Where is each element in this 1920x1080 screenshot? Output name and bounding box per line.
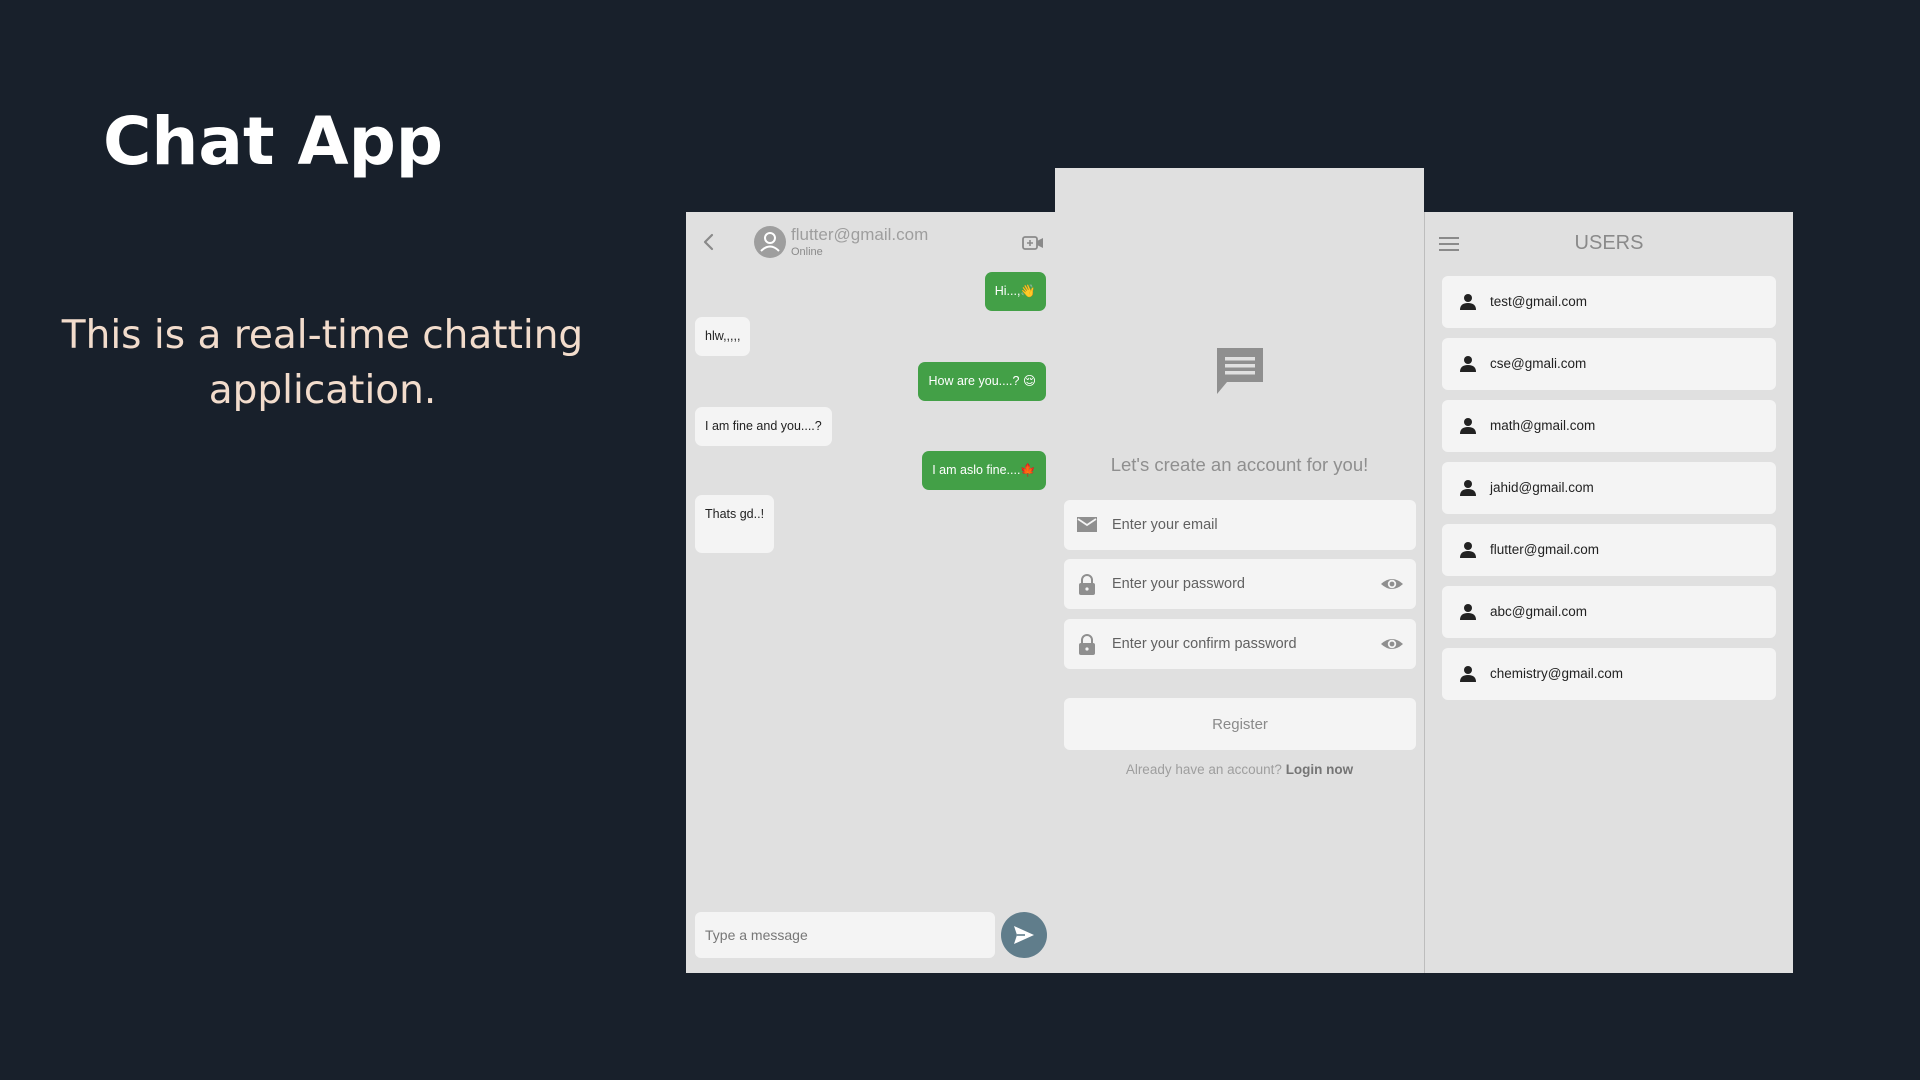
message-bubble-received: I am fine and you....? <box>695 407 832 446</box>
message-bubble-sent: How are you....? 😌 <box>918 362 1046 401</box>
send-icon <box>1014 926 1034 944</box>
user-list-item[interactable]: math@gmail.com <box>1442 400 1776 452</box>
register-screen: Let's create an account for you! Enter y… <box>1055 168 1424 973</box>
users-screen: USERS test@gmail.com cse@gmali.com math@… <box>1424 212 1793 973</box>
lock-icon <box>1079 634 1095 655</box>
chat-bubble-icon <box>1217 348 1263 394</box>
user-email: math@gmail.com <box>1490 418 1596 433</box>
message-bubble-sent: Hi...,👋 <box>984 272 1046 311</box>
person-icon <box>1460 356 1476 372</box>
user-list-item[interactable]: jahid@gmail.com <box>1442 462 1776 514</box>
user-list-item[interactable]: chemistry@gmail.com <box>1442 648 1776 700</box>
login-prompt-text: Already have an account? <box>1125 762 1282 777</box>
message-bubble-sent: I am aslo fine....🍁 <box>922 451 1046 490</box>
person-icon <box>1460 542 1476 558</box>
chat-peer-name: flutter@gmail.com <box>791 225 929 244</box>
slide-description: This is a real-time chatting application… <box>61 313 584 413</box>
user-email: chemistry@gmail.com <box>1490 666 1623 681</box>
user-email: test@gmail.com <box>1490 294 1587 309</box>
user-list-item[interactable]: abc@gmail.com <box>1442 586 1776 638</box>
lock-icon <box>1079 574 1095 595</box>
person-icon <box>1460 418 1476 434</box>
register-heading: Let's create an account for you! <box>1110 454 1369 475</box>
chevron-left-icon[interactable] <box>700 232 718 252</box>
user-list-item[interactable]: cse@gmali.com <box>1442 338 1776 390</box>
register-button[interactable]: Register <box>1064 698 1416 750</box>
chat-peer-status: Online <box>791 246 823 258</box>
eye-icon[interactable] <box>1380 573 1404 595</box>
password-input[interactable] <box>1112 559 1362 609</box>
slide-title: Chat App <box>103 103 444 180</box>
login-prompt: Already have an account? Login now <box>1055 762 1424 777</box>
email-input[interactable] <box>1112 500 1362 550</box>
confirm-password-field <box>1064 619 1416 669</box>
eye-icon[interactable] <box>1380 633 1404 655</box>
chat-screen: flutter@gmail.com Online Hi...,👋 hlw,,,,… <box>686 212 1055 973</box>
user-email: jahid@gmail.com <box>1490 480 1594 495</box>
mail-icon <box>1077 517 1097 532</box>
message-bubble-received: hlw,,,,, <box>695 317 751 356</box>
user-list: test@gmail.com cse@gmali.com math@gmail.… <box>1442 276 1776 710</box>
confirm-password-input[interactable] <box>1112 619 1362 669</box>
user-email: cse@gmali.com <box>1490 356 1587 371</box>
person-icon <box>1460 294 1476 310</box>
person-icon <box>760 232 780 252</box>
send-button[interactable] <box>1001 912 1047 958</box>
password-field <box>1064 559 1416 609</box>
user-list-item[interactable]: test@gmail.com <box>1442 276 1776 328</box>
email-field <box>1064 500 1416 550</box>
person-icon <box>1460 480 1476 496</box>
message-bubble-received: Thats gd..! <box>695 495 775 553</box>
user-email: flutter@gmail.com <box>1490 542 1599 557</box>
person-icon <box>1460 604 1476 620</box>
video-call-icon[interactable] <box>1022 234 1044 252</box>
users-title: USERS <box>1574 232 1644 254</box>
chat-header: flutter@gmail.com Online <box>686 212 1055 272</box>
user-list-item[interactable]: flutter@gmail.com <box>1442 524 1776 576</box>
avatar <box>754 226 786 258</box>
user-email: abc@gmail.com <box>1490 604 1587 619</box>
login-now-link[interactable]: Login now <box>1286 762 1353 777</box>
message-input[interactable] <box>695 912 995 958</box>
person-icon <box>1460 666 1476 682</box>
